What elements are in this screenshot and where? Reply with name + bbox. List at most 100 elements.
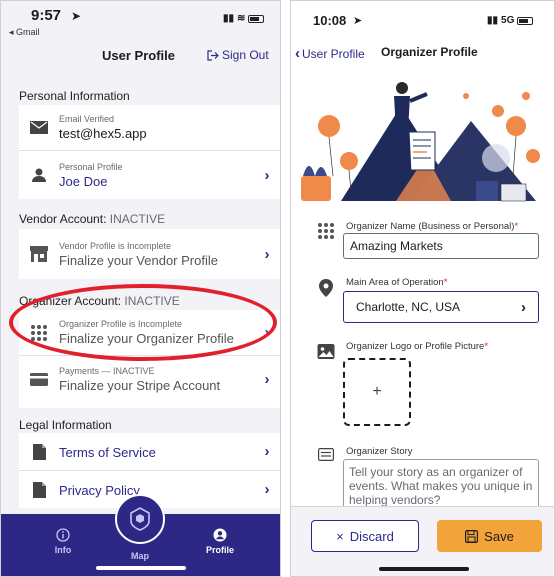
close-icon: ×	[336, 528, 344, 544]
action-footer: × Discard Save	[291, 506, 554, 576]
save-icon	[465, 529, 479, 543]
save-button[interactable]: Save	[437, 520, 542, 552]
personal-profile-label: Personal Profile	[59, 161, 123, 172]
chevron-right-icon: ›	[264, 370, 270, 388]
envelope-icon	[19, 121, 59, 134]
vendor-profile-action: Finalize your Vendor Profile	[59, 252, 218, 268]
status-icons: ▮▮ 5G	[487, 15, 534, 26]
sign-out-label: Sign Out	[222, 48, 269, 62]
personal-info-card: Email Verified test@hex5.app Personal Pr…	[19, 105, 280, 199]
tab-profile-label: Profile	[205, 545, 234, 555]
organizer-account-label: Organizer Account:	[19, 294, 122, 308]
area-value: Charlotte, NC, USA	[356, 300, 461, 314]
logo-upload-dropzone[interactable]: +	[343, 358, 411, 426]
chevron-right-icon: ›	[264, 324, 270, 341]
status-time: 9:57	[31, 7, 62, 24]
status-bar: 9:57 ➤ ◂ Gmail ▮▮ ≋	[1, 1, 280, 41]
vendor-card: Vendor Profile is Incomplete Finalize yo…	[19, 229, 280, 279]
page-title: User Profile	[102, 48, 175, 63]
signal-icon: ▮▮	[223, 13, 235, 24]
status-bar: 10:08 ➤ ▮▮ 5G	[291, 1, 554, 41]
status-icons: ▮▮ ≋	[223, 13, 265, 24]
sign-out-button[interactable]: Sign Out	[207, 48, 269, 62]
back-button[interactable]: ‹ User Profile	[295, 45, 365, 62]
chevron-right-icon: ›	[264, 481, 270, 498]
tab-info[interactable]: Info	[33, 528, 93, 555]
personal-info-header: Personal Information	[19, 89, 130, 103]
organizer-account-header: Organizer Account: INACTIVE	[19, 294, 180, 308]
location-arrow-icon: ➤	[71, 9, 82, 23]
document-icon	[19, 481, 59, 498]
plus-icon: +	[372, 383, 382, 400]
vendor-account-label: Vendor Account:	[19, 212, 107, 226]
battery-icon	[517, 16, 534, 25]
logo-label: Organizer Logo or Profile Picture*	[346, 341, 488, 352]
organizer-card: Organizer Profile is Incomplete Finalize…	[19, 310, 280, 408]
organizer-profile-action: Finalize your Organizer Profile	[59, 331, 234, 346]
chevron-right-icon: ›	[264, 245, 270, 263]
personal-profile-row[interactable]: Personal Profile Joe Doe ›	[19, 151, 280, 199]
vendor-profile-status: Vendor Profile is Incomplete	[59, 240, 172, 251]
chevron-right-icon: ›	[264, 443, 270, 460]
image-icon	[317, 344, 335, 359]
chevron-left-icon: ‹	[295, 45, 300, 62]
required-mark: *	[514, 221, 519, 232]
area-label: Main Area of Operation*	[346, 277, 447, 288]
organizer-profile-screen: 10:08 ➤ ▮▮ 5G ‹ User Profile Organizer P…	[290, 0, 555, 577]
page-title: Organizer Profile	[381, 45, 478, 59]
map-hex-icon	[130, 507, 150, 531]
vendor-profile-row[interactable]: Vendor Profile is Incomplete Finalize yo…	[19, 229, 280, 279]
stripe-row[interactable]: Payments — INACTIVE Finalize your Stripe…	[19, 356, 280, 402]
payments-status: Payments — INACTIVE	[59, 365, 155, 376]
email-verified-label: Email Verified	[59, 114, 115, 124]
tab-map[interactable]: Map	[110, 551, 170, 561]
email-value: test@hex5.app	[59, 126, 147, 141]
tab-profile[interactable]: Profile	[190, 528, 250, 555]
organizer-name-label-text: Organizer Name (Business or Personal)	[346, 221, 515, 232]
vendor-account-status: INACTIVE	[109, 212, 166, 226]
signal-icon: ▮▮	[487, 15, 499, 26]
tab-info-label: Info	[54, 545, 72, 555]
user-profile-screen: 9:57 ➤ ◂ Gmail ▮▮ ≋ User Profile Sign Ou…	[0, 0, 281, 577]
person-icon	[19, 168, 59, 182]
sign-out-icon	[207, 49, 219, 61]
organizer-account-status: INACTIVE	[124, 294, 180, 308]
tab-bar: Info Map Profile	[1, 494, 280, 576]
logo-label-text: Organizer Logo or Profile Picture	[346, 341, 485, 352]
text-box-icon	[318, 448, 334, 461]
area-label-text: Main Area of Operation	[346, 277, 444, 288]
network-label: 5G	[501, 15, 515, 26]
grid-dots-icon	[19, 324, 59, 342]
discard-button[interactable]: × Discard	[311, 520, 419, 552]
story-textarea[interactable]: Tell your story as an organizer of event…	[343, 459, 539, 509]
organizer-name-input[interactable]: Amazing Markets	[343, 233, 539, 259]
document-icon	[19, 443, 59, 460]
back-to-gmail[interactable]: ◂ Gmail	[9, 27, 40, 38]
stripe-action: Finalize your Stripe Account	[59, 377, 221, 393]
terms-of-service-link: Terms of Service	[59, 445, 156, 460]
legal-info-header: Legal Information	[19, 418, 112, 432]
required-mark: *	[484, 341, 489, 352]
wifi-icon: ≋	[237, 13, 246, 24]
organizer-profile-row[interactable]: Organizer Profile is Incomplete Finalize…	[19, 310, 280, 356]
organizer-illustration	[301, 82, 540, 202]
email-row: Email Verified test@hex5.app	[19, 105, 280, 151]
battery-icon	[248, 14, 265, 23]
story-label: Organizer Story	[346, 446, 413, 457]
save-label: Save	[484, 528, 514, 544]
organizer-name-label: Organizer Name (Business or Personal)*	[346, 221, 518, 232]
vendor-account-header: Vendor Account: INACTIVE	[19, 212, 165, 226]
area-of-operation-select[interactable]: Charlotte, NC, USA ›	[343, 291, 539, 323]
location-pin-icon	[319, 279, 333, 297]
info-icon	[56, 528, 70, 542]
credit-card-icon	[19, 372, 59, 386]
required-mark: *	[443, 277, 448, 288]
location-arrow-icon: ➤	[353, 15, 363, 27]
terms-row[interactable]: Terms of Service ›	[19, 433, 280, 471]
back-label: User Profile	[302, 46, 365, 61]
chevron-right-icon: ›	[264, 166, 270, 184]
privacy-policy-link: Privacy Policy	[59, 483, 140, 498]
map-button[interactable]	[115, 494, 165, 544]
personal-profile-value: Joe Doe	[59, 173, 108, 189]
home-indicator	[379, 567, 469, 571]
